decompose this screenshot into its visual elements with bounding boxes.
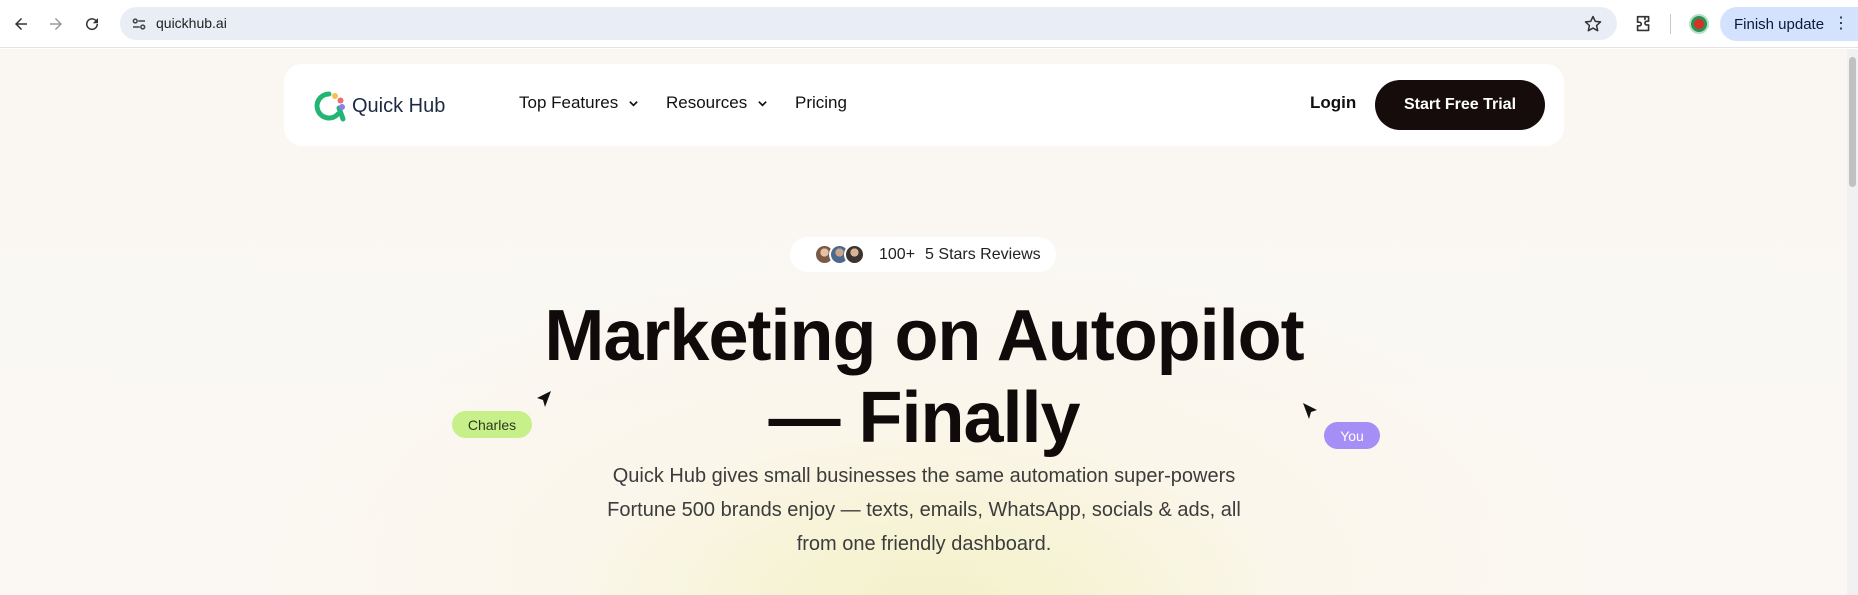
nav-pricing-label: Pricing: [795, 93, 847, 112]
scrollbar-thumb[interactable]: [1849, 57, 1856, 187]
url-text[interactable]: quickhub.ai: [156, 15, 227, 31]
page-scrollbar[interactable]: [1847, 49, 1858, 595]
chevron-down-icon: [629, 100, 638, 107]
login-link[interactable]: Login: [1310, 93, 1356, 113]
reviews-badge: 100+ 5 Stars Reviews: [790, 237, 1056, 272]
collaborator-tag-you: You: [1324, 422, 1380, 449]
nav-resources[interactable]: Resources: [666, 93, 768, 113]
hero-subtitle-line-3: from one friendly dashboard.: [796, 533, 1052, 555]
cursor-arrow-icon: [1303, 403, 1317, 419]
site-navbar: Quick Hub Top Features Resources Pricing…: [284, 64, 1564, 146]
site-settings-icon[interactable]: [130, 15, 148, 33]
hero-headline-line-1: Marketing on Autopilot: [544, 296, 1304, 376]
reviewer-avatars: [814, 244, 865, 265]
nav-top-features[interactable]: Top Features: [519, 93, 639, 113]
quick-hub-logo-icon: [314, 91, 346, 122]
collaborator-tag-charles: Charles: [452, 411, 532, 438]
avatar: [844, 244, 865, 265]
toolbar-separator: [1670, 14, 1671, 34]
reviews-label: 5 Stars Reviews: [925, 245, 1041, 263]
nav-top-features-label: Top Features: [519, 93, 619, 112]
web-page: Quick Hub Top Features Resources Pricing…: [0, 49, 1858, 595]
nav-pricing[interactable]: Pricing: [795, 93, 847, 113]
nav-resources-label: Resources: [666, 93, 748, 112]
hero-subtitle: Quick Hub gives small businesses the sam…: [560, 459, 1288, 561]
browser-toolbar: quickhub.ai Finish update ⋮: [0, 0, 1858, 48]
back-icon[interactable]: [9, 12, 33, 36]
hero-subtitle-line-2: Fortune 500 brands enjoy — texts, emails…: [607, 499, 1241, 521]
logo-text: Quick Hub: [352, 94, 446, 117]
hero-subtitle-line-1: Quick Hub gives small businesses the sam…: [612, 465, 1236, 487]
start-free-trial-button[interactable]: Start Free Trial: [1375, 80, 1545, 130]
address-bar[interactable]: quickhub.ai: [120, 7, 1617, 40]
reviews-count: 100+: [879, 245, 916, 263]
chrome-menu-icon[interactable]: ⋮: [1833, 16, 1849, 32]
hero-headline: Marketing on Autopilot — Finally: [480, 295, 1368, 459]
forward-icon[interactable]: [44, 12, 68, 36]
logo[interactable]: Quick Hub: [311, 88, 445, 124]
finish-update-label: Finish update: [1734, 15, 1825, 33]
chevron-down-icon: [758, 100, 768, 107]
extensions-icon[interactable]: [1633, 13, 1655, 35]
hero-headline-line-2: — Finally: [768, 378, 1080, 458]
reload-icon[interactable]: [80, 12, 104, 36]
finish-update-button[interactable]: Finish update ⋮: [1720, 7, 1858, 41]
bookmark-star-icon[interactable]: [1583, 14, 1603, 34]
cursor-arrow-icon: [537, 391, 551, 407]
profile-icon[interactable]: [1689, 14, 1709, 34]
